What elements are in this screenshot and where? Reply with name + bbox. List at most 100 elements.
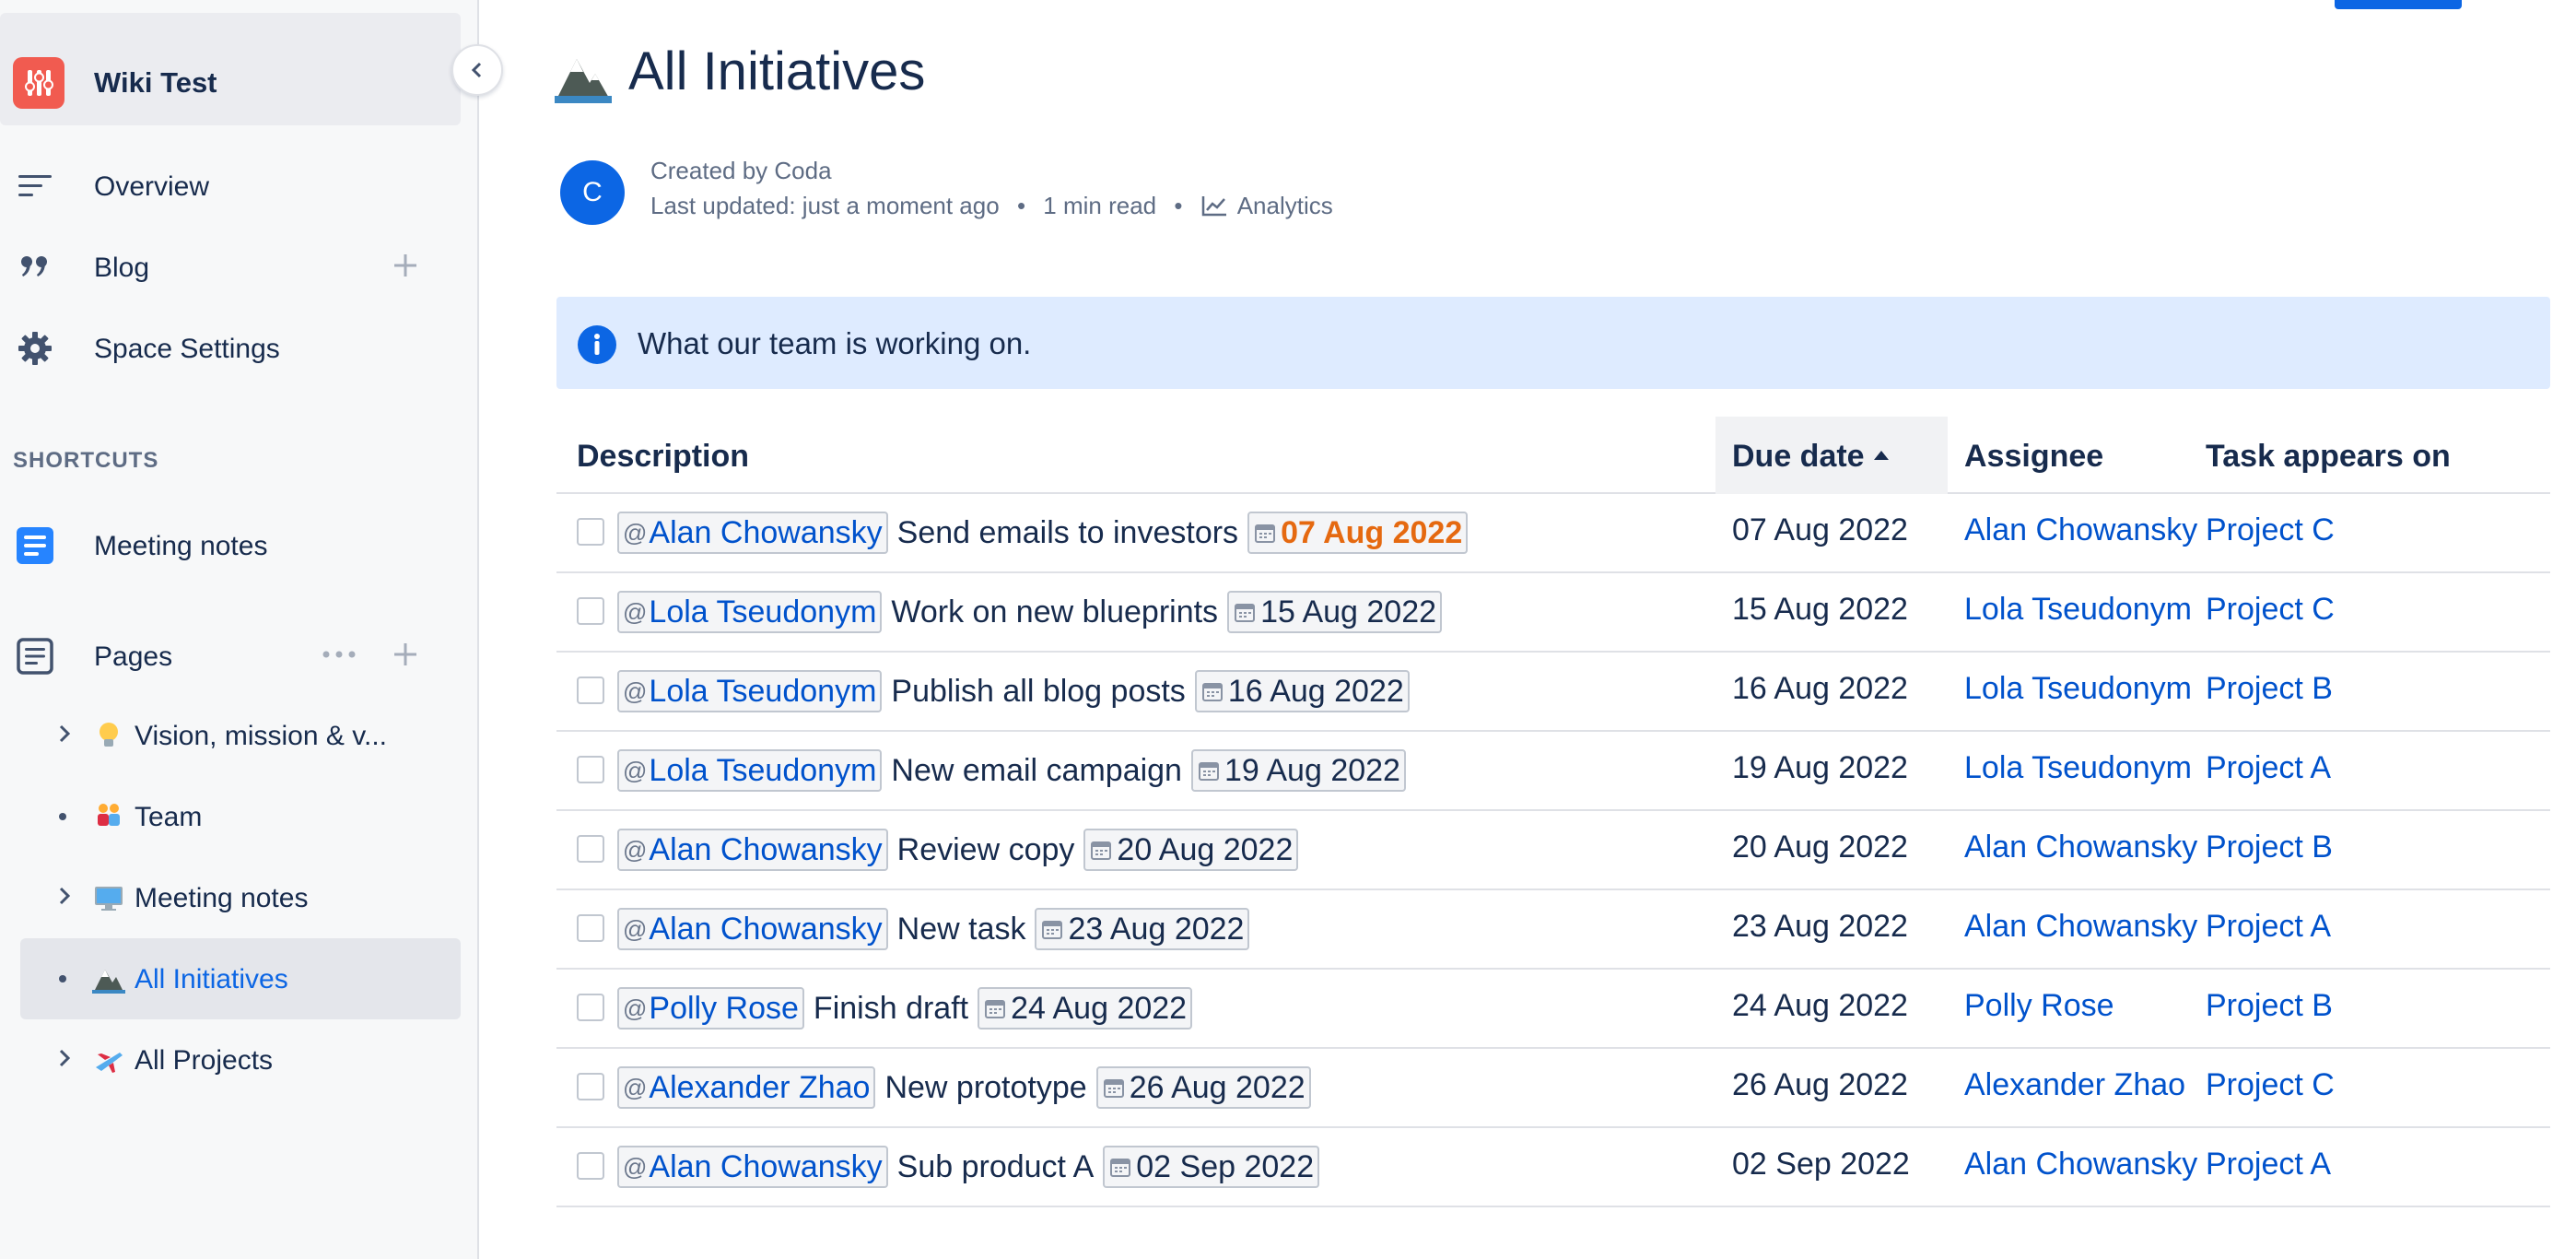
task-checkbox[interactable] (577, 914, 604, 942)
task-text[interactable]: New prototype (884, 1070, 1086, 1106)
tree-item-vision[interactable]: Vision, mission & v... (20, 695, 461, 776)
chevron-right-icon[interactable] (53, 885, 76, 907)
task-text[interactable]: Send emails to investors (897, 515, 1238, 551)
primary-action-button[interactable] (2335, 0, 2462, 9)
date-lozenge[interactable]: 15 Aug 2022 (1227, 591, 1443, 633)
at-icon: @ (623, 835, 648, 864)
task-text[interactable]: New task (897, 912, 1026, 947)
analytics-link[interactable]: Analytics (1200, 192, 1333, 220)
overview-icon (18, 175, 52, 196)
page-link[interactable]: Project A (2206, 750, 2331, 786)
shortcut-meeting-notes[interactable]: Meeting notes (0, 511, 461, 577)
header-due-date-label: Due date (1732, 439, 1865, 474)
page-link[interactable]: Project B (2206, 671, 2333, 707)
table-body: @ Alan Chowansky Send emails to investors 0… (556, 494, 2550, 1207)
calendar-icon (1042, 921, 1063, 939)
user-mention[interactable]: @ Alan Chowansky (617, 512, 888, 554)
task-checkbox[interactable] (577, 518, 604, 546)
table-row: @ Alexander Zhao New prototype 26 Aug 2022 2… (556, 1049, 2550, 1128)
add-page-icon[interactable] (389, 638, 422, 671)
task-text[interactable]: Finish draft (814, 991, 968, 1027)
assignee-link[interactable]: Alan Chowansky (1964, 830, 2197, 865)
task-description: @ Lola Tseudonym New email campaign 19 Aug … (617, 747, 1406, 794)
task-checkbox[interactable] (577, 1073, 604, 1100)
tree-item-meeting-notes[interactable]: Meeting notes (20, 857, 461, 938)
user-mention[interactable]: @ Alan Chowansky (617, 1146, 888, 1188)
nav-item-space-settings[interactable]: Space Settings (0, 313, 461, 380)
avatar[interactable]: C (560, 160, 625, 225)
tree-item-team[interactable]: Team (20, 776, 461, 857)
date-lozenge[interactable]: 23 Aug 2022 (1035, 908, 1250, 950)
collapse-sidebar-button[interactable] (451, 44, 503, 96)
page-link[interactable]: Project B (2206, 830, 2333, 865)
chevron-right-icon[interactable] (53, 723, 76, 745)
date-lozenge[interactable]: 02 Sep 2022 (1103, 1146, 1320, 1188)
chevron-left-icon (471, 62, 482, 78)
task-text[interactable]: New email campaign (891, 753, 1182, 789)
assignee-link[interactable]: Alan Chowansky (1964, 1147, 2197, 1183)
mountain-icon (92, 970, 125, 994)
tree-item-all-initiatives[interactable]: All Initiatives (20, 938, 461, 1019)
task-text[interactable]: Sub product A (897, 1149, 1095, 1185)
user-mention[interactable]: @ Lola Tseudonym (617, 749, 883, 792)
user-mention[interactable]: @ Lola Tseudonym (617, 591, 883, 633)
nav-item-blog[interactable]: Blog (0, 232, 461, 299)
task-checkbox[interactable] (577, 994, 604, 1021)
add-blog-icon[interactable] (389, 249, 422, 282)
task-checkbox[interactable] (577, 1152, 604, 1180)
page-link[interactable]: Project A (2206, 909, 2331, 945)
table-row: @ Lola Tseudonym New email campaign 19 Aug … (556, 732, 2550, 811)
mention-name: Lola Tseudonym (649, 752, 877, 788)
nav-item-pages[interactable]: Pages (0, 621, 461, 688)
tree-item-all-projects[interactable]: All Projects (20, 1019, 461, 1100)
assignee-link[interactable]: Lola Tseudonym (1964, 671, 2192, 707)
date-lozenge[interactable]: 07 Aug 2022 (1247, 512, 1469, 554)
header-description[interactable]: Description (577, 439, 749, 475)
at-icon: @ (623, 1152, 648, 1181)
assignee-link[interactable]: Lola Tseudonym (1964, 750, 2192, 786)
user-mention[interactable]: @ Alan Chowansky (617, 829, 888, 871)
task-text[interactable]: Publish all blog posts (891, 674, 1185, 710)
page-link[interactable]: Project C (2206, 512, 2335, 548)
task-checkbox[interactable] (577, 677, 604, 704)
task-text[interactable]: Review copy (897, 832, 1075, 868)
assignee-link[interactable]: Alan Chowansky (1964, 909, 2197, 945)
date-lozenge[interactable]: 20 Aug 2022 (1083, 829, 1299, 871)
mention-name: Alan Chowansky (649, 831, 883, 867)
task-text[interactable]: Work on new blueprints (891, 594, 1218, 630)
task-checkbox[interactable] (577, 756, 604, 783)
date-lozenge[interactable]: 16 Aug 2022 (1194, 670, 1410, 712)
assignee-link[interactable]: Lola Tseudonym (1964, 592, 2192, 628)
nav-item-overview[interactable]: Overview (0, 151, 461, 218)
assignee-link[interactable]: Alan Chowansky (1964, 512, 2197, 548)
read-time: 1 min read (1043, 192, 1157, 219)
user-mention[interactable]: @ Lola Tseudonym (617, 670, 883, 712)
space-header[interactable]: Wiki Test (0, 13, 461, 125)
tree-item-label: All Initiatives (135, 964, 288, 994)
user-mention[interactable]: @ Alexander Zhao (617, 1066, 876, 1109)
page-link[interactable]: Project A (2206, 1147, 2331, 1183)
date-lozenge[interactable]: 24 Aug 2022 (978, 987, 1193, 1030)
chevron-right-icon[interactable] (53, 1047, 76, 1069)
last-updated[interactable]: Last updated: just a moment ago (650, 192, 1000, 220)
mountain-icon (555, 59, 612, 103)
date-lozenge[interactable]: 26 Aug 2022 (1095, 1066, 1311, 1109)
assignee-link[interactable]: Polly Rose (1964, 988, 2114, 1024)
task-checkbox[interactable] (577, 835, 604, 863)
date-lozenge-text: 15 Aug 2022 (1260, 594, 1437, 630)
header-due-date[interactable]: Due date (1732, 439, 1889, 475)
page-link[interactable]: Project C (2206, 1067, 2335, 1103)
task-checkbox[interactable] (577, 597, 604, 625)
tree-item-label: Meeting notes (135, 883, 309, 913)
header-task-appears-on[interactable]: Task appears on (2206, 439, 2451, 475)
user-mention[interactable]: @ Polly Rose (617, 987, 804, 1030)
at-icon: @ (623, 597, 648, 626)
task-description: @ Polly Rose Finish draft 24 Aug 2022 (617, 984, 1193, 1032)
assignee-link[interactable]: Alexander Zhao (1964, 1067, 2185, 1103)
user-mention[interactable]: @ Alan Chowansky (617, 908, 888, 950)
header-assignee[interactable]: Assignee (1964, 439, 2103, 475)
page-link[interactable]: Project C (2206, 592, 2335, 628)
date-lozenge[interactable]: 19 Aug 2022 (1190, 749, 1406, 792)
page-link[interactable]: Project B (2206, 988, 2333, 1024)
more-icon[interactable] (319, 638, 359, 671)
